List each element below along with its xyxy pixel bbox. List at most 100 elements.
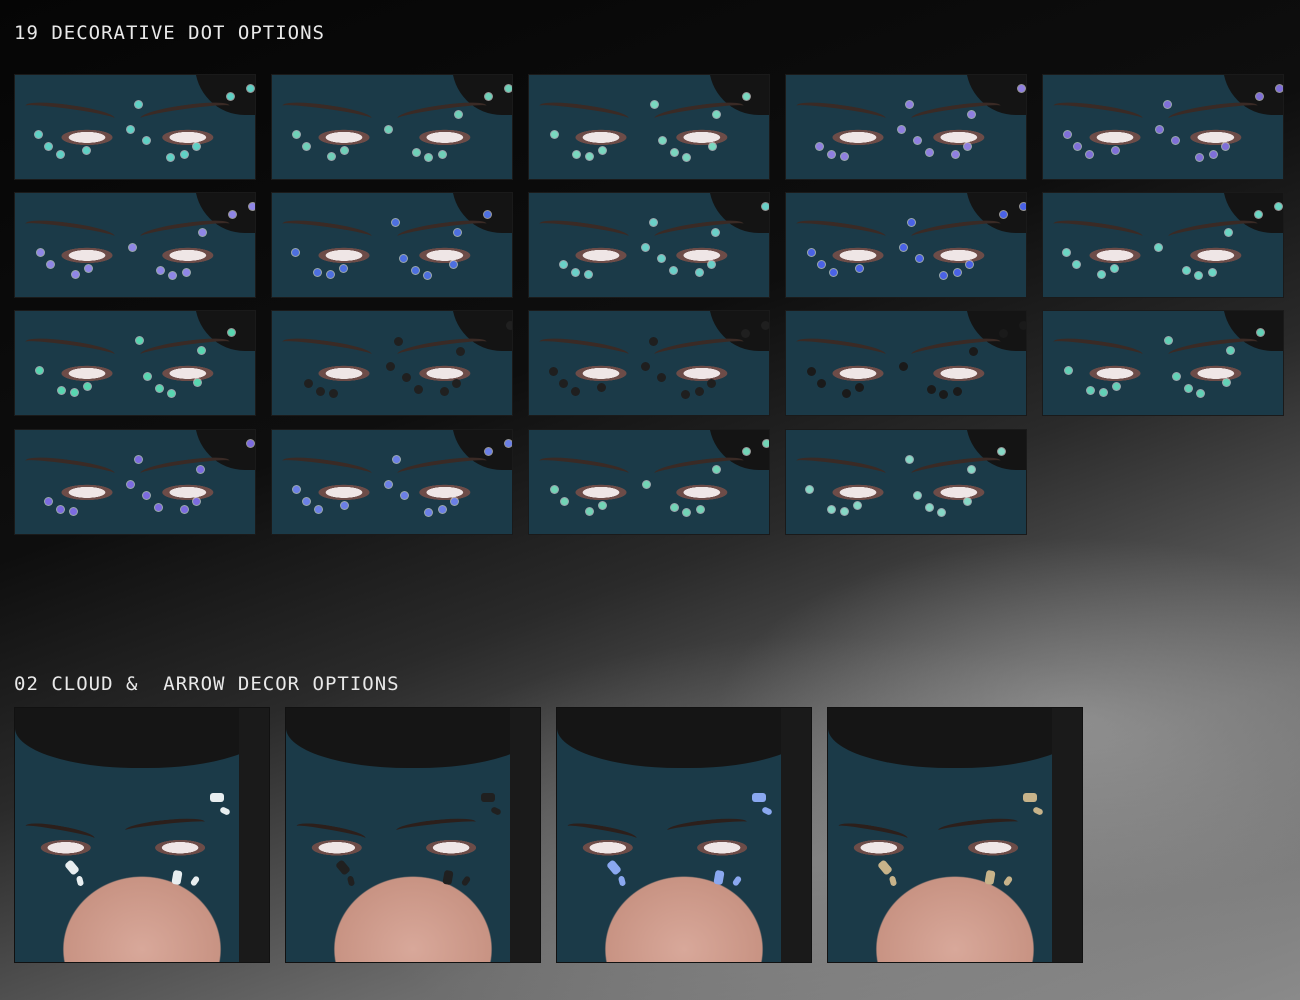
dot-option-09-tile[interactable] bbox=[785, 192, 1027, 298]
dot-option-02-tile[interactable] bbox=[271, 74, 513, 180]
decorative-dot bbox=[816, 143, 823, 150]
decorative-dot bbox=[424, 272, 431, 279]
decorative-dot bbox=[671, 149, 678, 156]
decorative-dot bbox=[247, 85, 254, 92]
decorative-dot bbox=[1113, 383, 1120, 390]
dot-option-13-tile[interactable] bbox=[528, 310, 770, 416]
decorative-dot bbox=[1074, 143, 1081, 150]
decor-shape bbox=[752, 793, 766, 802]
decorative-dot bbox=[681, 390, 690, 399]
decorative-dot bbox=[199, 229, 206, 236]
dot-option-10-tile[interactable] bbox=[1042, 192, 1284, 298]
decorative-dot bbox=[549, 367, 558, 376]
decorative-dot bbox=[1020, 203, 1026, 210]
dot-option-11-tile[interactable] bbox=[14, 310, 256, 416]
decorative-dot bbox=[842, 389, 851, 398]
decorative-dot bbox=[85, 265, 92, 272]
cloud-decor-white-tile[interactable] bbox=[14, 707, 270, 963]
decorative-dot bbox=[696, 269, 703, 276]
hair-shape bbox=[966, 193, 1026, 233]
decorative-dot bbox=[451, 498, 458, 505]
dot-option-16-tile[interactable] bbox=[14, 429, 256, 535]
decorative-dot bbox=[394, 337, 403, 346]
dot-option-05-tile[interactable] bbox=[1042, 74, 1284, 180]
decorative-dot bbox=[906, 101, 913, 108]
decorative-dot bbox=[939, 390, 948, 399]
decorative-dot bbox=[1111, 265, 1118, 272]
decor-shape bbox=[1002, 875, 1014, 887]
decorative-dot bbox=[329, 389, 338, 398]
decorative-dot bbox=[899, 362, 908, 371]
decorative-dot bbox=[414, 385, 423, 394]
decorative-dot bbox=[743, 93, 750, 100]
dot-option-03-tile[interactable] bbox=[528, 74, 770, 180]
arrow-decor-gold-tile[interactable] bbox=[827, 707, 1083, 963]
decorative-dot bbox=[193, 143, 200, 150]
dot-option-01-tile[interactable] bbox=[14, 74, 256, 180]
decorative-dot bbox=[45, 498, 52, 505]
dot-option-18-tile[interactable] bbox=[528, 429, 770, 535]
decorative-dot bbox=[906, 456, 913, 463]
decorative-dot bbox=[1276, 85, 1283, 92]
decorative-dot bbox=[127, 126, 134, 133]
hair-shape bbox=[452, 311, 512, 351]
decorative-dot bbox=[83, 147, 90, 154]
decorative-dot bbox=[168, 390, 175, 397]
right-brow bbox=[666, 815, 748, 837]
decorative-dot bbox=[293, 486, 300, 493]
decorative-dot bbox=[1073, 261, 1080, 268]
decor-shape bbox=[606, 859, 622, 876]
decor-shape bbox=[888, 875, 898, 887]
decorative-dot bbox=[998, 448, 1005, 455]
decorative-dot bbox=[413, 149, 420, 156]
decorative-dot bbox=[37, 249, 44, 256]
decorative-dot bbox=[808, 249, 815, 256]
decorative-dot bbox=[841, 153, 848, 160]
hair-shape bbox=[709, 75, 769, 115]
decorative-dot bbox=[412, 267, 419, 274]
dot-option-07-tile[interactable] bbox=[271, 192, 513, 298]
decorative-dot bbox=[1065, 367, 1072, 374]
decorative-dot bbox=[1000, 211, 1007, 218]
decor-shape bbox=[617, 875, 627, 887]
decorative-dot bbox=[314, 269, 321, 276]
decorative-dot bbox=[385, 126, 392, 133]
decorative-dot bbox=[1018, 85, 1025, 92]
decor-shape bbox=[335, 859, 351, 876]
hair-shape bbox=[452, 75, 512, 115]
left-brow bbox=[295, 820, 367, 844]
dot-option-04-tile[interactable] bbox=[785, 74, 1027, 180]
decorative-dot bbox=[763, 440, 769, 447]
decorative-dot bbox=[485, 93, 492, 100]
decorative-dot bbox=[71, 389, 78, 396]
decorative-dot bbox=[292, 249, 299, 256]
dot-option-17-tile[interactable] bbox=[271, 429, 513, 535]
decorative-dot bbox=[425, 509, 432, 516]
arrow-decor-black-tile[interactable] bbox=[285, 707, 541, 963]
decorative-dot bbox=[47, 261, 54, 268]
dot-option-15-tile[interactable] bbox=[1042, 310, 1284, 416]
decorative-dot bbox=[35, 131, 42, 138]
dot-option-19-tile[interactable] bbox=[785, 429, 1027, 535]
decorative-dot bbox=[57, 506, 64, 513]
decorative-dot bbox=[559, 379, 568, 388]
decorative-dot bbox=[505, 440, 512, 447]
decorative-dot bbox=[671, 504, 678, 511]
dot-option-08-tile[interactable] bbox=[528, 192, 770, 298]
decor-shape bbox=[731, 875, 743, 887]
decor-shape bbox=[490, 806, 502, 816]
decorative-dot bbox=[456, 347, 465, 356]
decorative-dot bbox=[304, 379, 313, 388]
dot-option-06-tile[interactable] bbox=[14, 192, 256, 298]
decorative-dot bbox=[953, 387, 962, 396]
dot-option-14-tile[interactable] bbox=[785, 310, 1027, 416]
hair-shape bbox=[966, 75, 1026, 115]
cloud-decor-blue-tile[interactable] bbox=[556, 707, 812, 963]
dot-option-12-tile[interactable] bbox=[271, 310, 513, 416]
decorative-dot bbox=[247, 440, 254, 447]
decorative-dot bbox=[135, 456, 142, 463]
decorative-dot bbox=[818, 261, 825, 268]
decorative-dot bbox=[155, 504, 162, 511]
left-brow bbox=[566, 820, 638, 844]
decorative-dot bbox=[900, 244, 907, 251]
